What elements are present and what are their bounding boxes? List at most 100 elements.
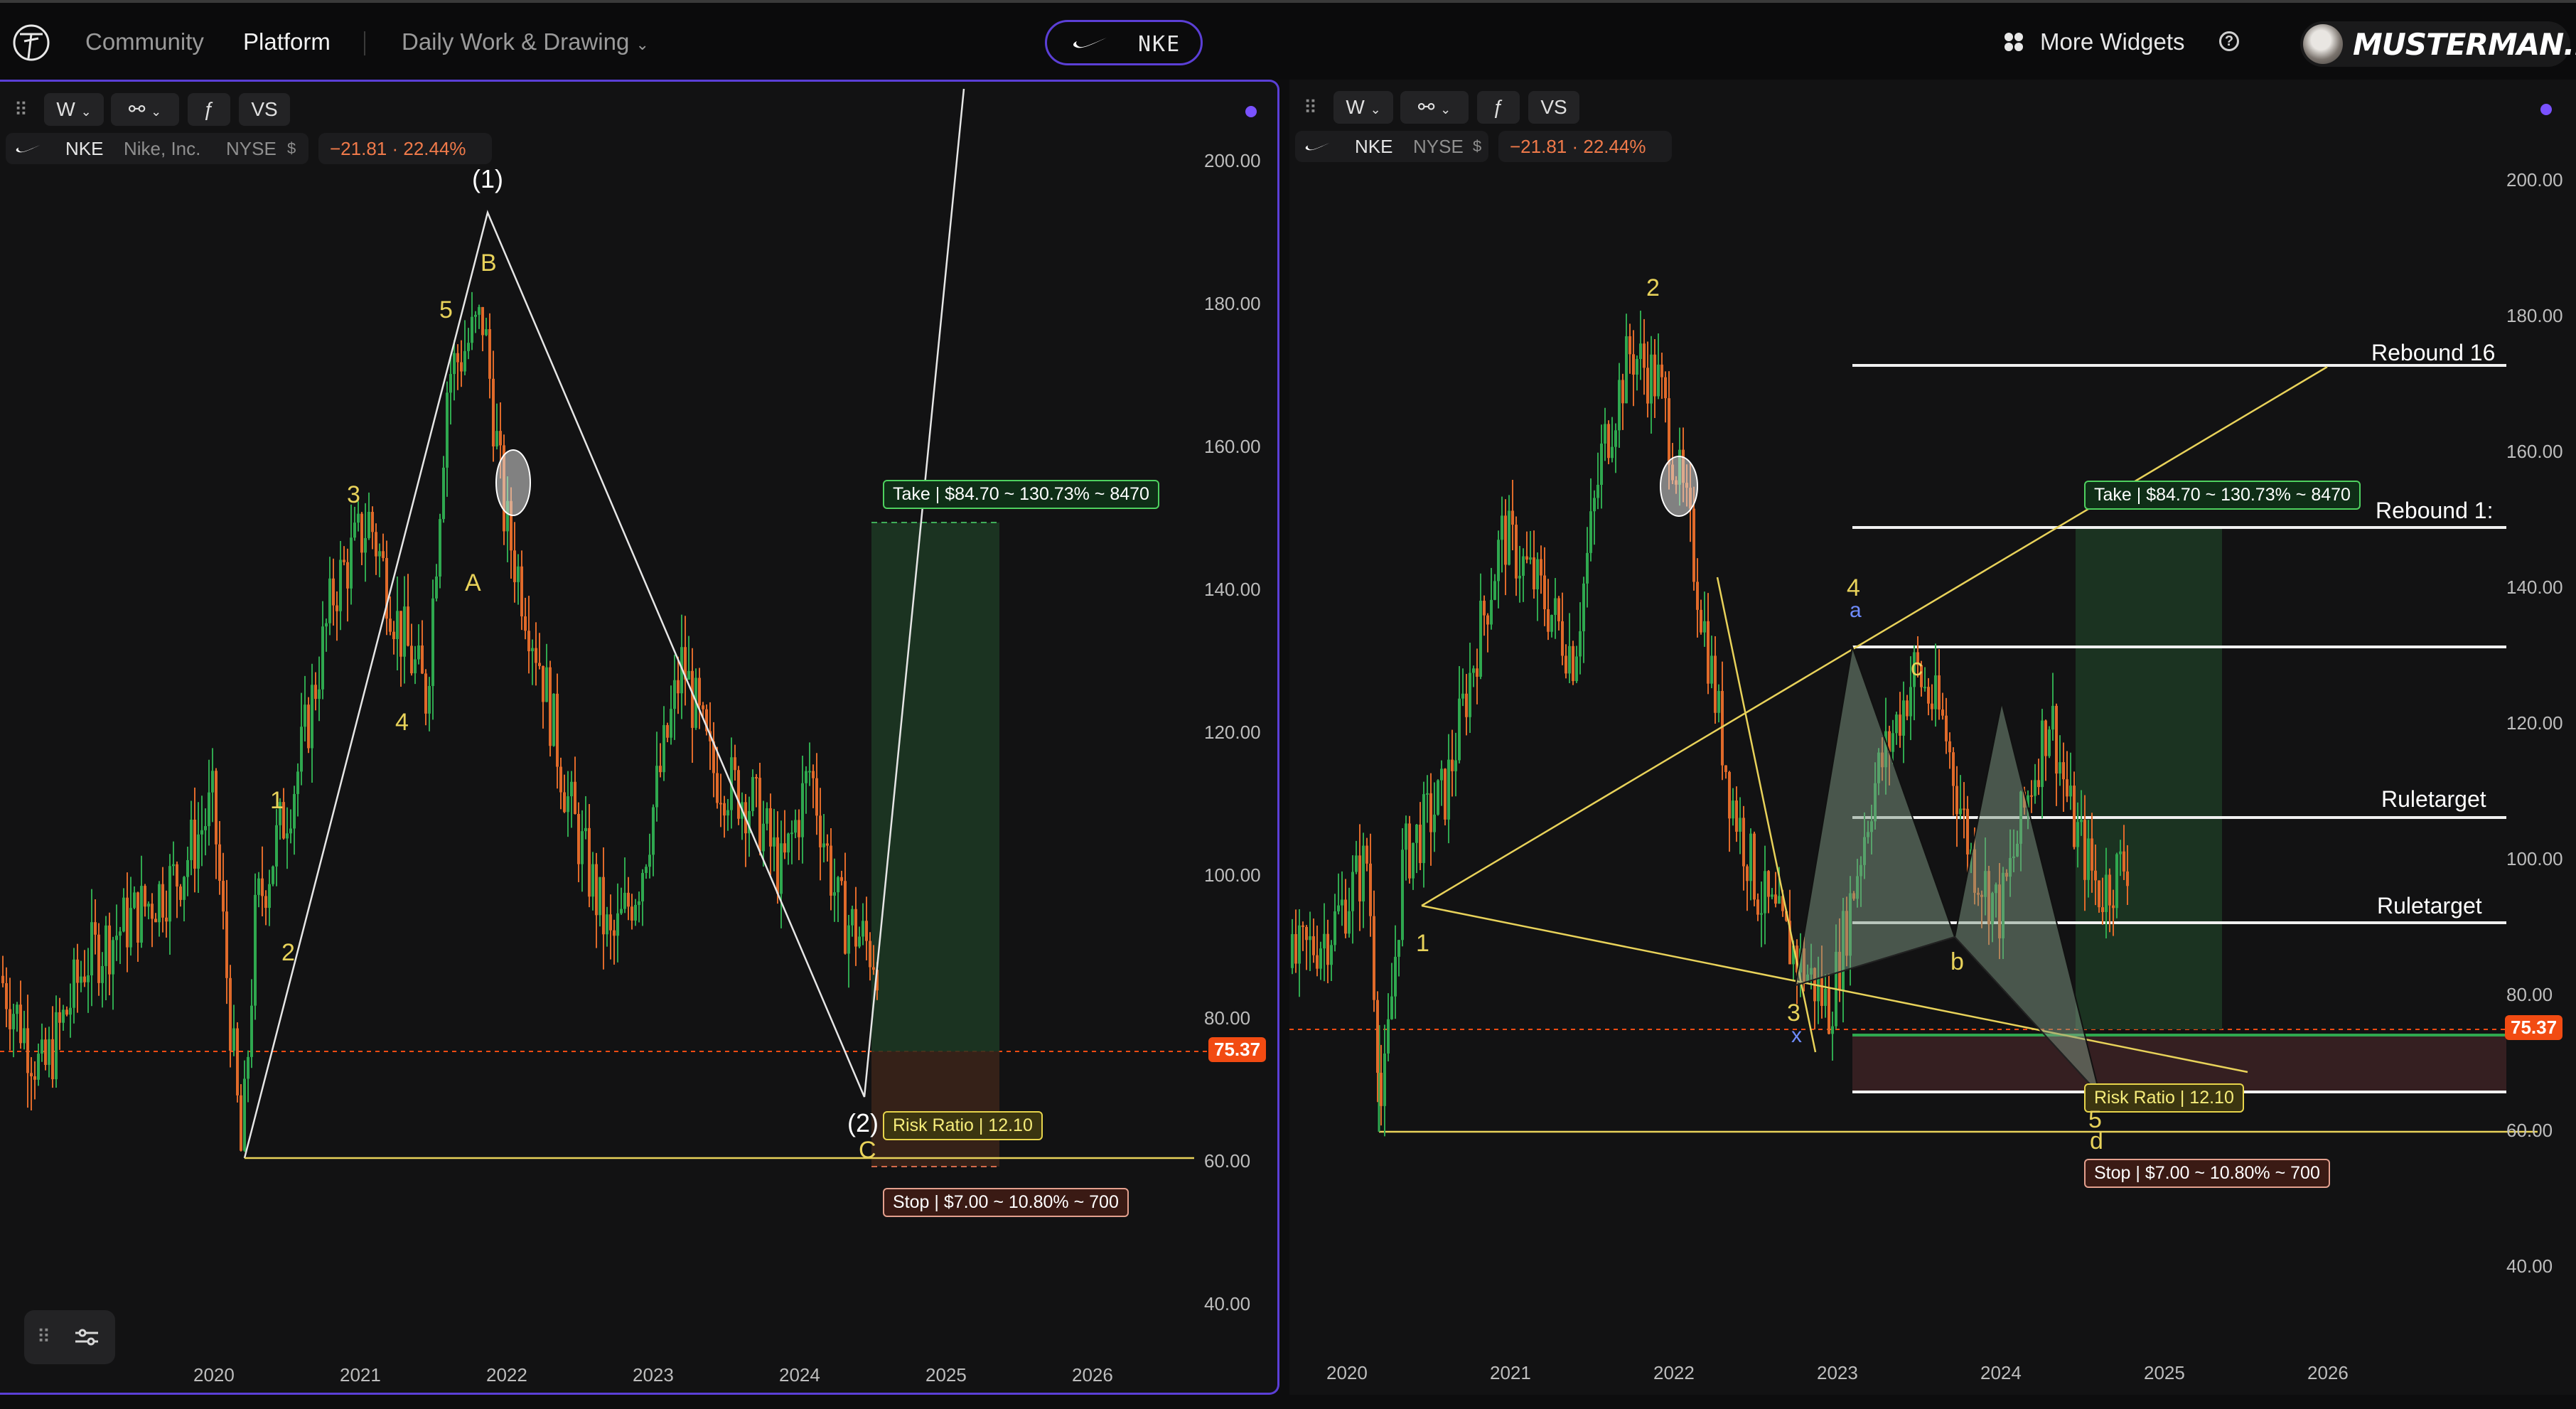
candle-body [1611,446,1614,459]
candle-body [2059,762,2061,774]
candle-body [2037,780,2040,788]
logo-icon[interactable] [10,21,53,64]
candle-body [584,827,587,832]
candle-body [97,934,100,983]
candle-body [2083,820,2086,880]
stop-loss-label[interactable]: Stop | $7.00 ~ 10.80% ~ 700 [883,1188,1129,1217]
y-tick-label: 200.00 [1204,150,1261,171]
candle-body [1355,855,1358,872]
candle-body [488,329,491,379]
stop-loss-label[interactable]: Stop | $7.00 ~ 10.80% ~ 700 [2084,1159,2330,1188]
candle-body [367,512,370,538]
candle-body [616,913,619,936]
candle-body [634,904,637,921]
help-icon[interactable]: ? [2219,31,2239,51]
chart-panel-right[interactable]: ⠿ W ⌄ ⚯ ⌄ ƒ VS NKE NYSE $ −21.81 · 22.44… [1289,80,2576,1395]
candle-body [19,1004,22,1044]
take-profit-label[interactable]: Take | $84.70 ~ 130.73% ~ 8470 [883,480,1159,509]
candle-body [357,513,360,523]
candle-body [396,611,399,640]
compare-button[interactable]: VS [239,93,290,126]
candle-body [630,906,633,921]
price-chart-right[interactable] [1289,80,2576,1395]
risk-ratio-label[interactable]: Risk Ratio | 12.10 [883,1111,1043,1140]
take-profit-label[interactable]: Take | $84.70 ~ 130.73% ~ 8470 [2084,481,2361,510]
candle-body [858,936,861,947]
chart-panel-left[interactable]: ⠿ W ⌄ ⚯ ⌄ ƒ VS NKE Nike, Inc. NYSE $ −21… [0,80,1279,1395]
chart-type-button[interactable]: ⚯ ⌄ [1400,91,1469,124]
candle-body [655,766,658,808]
ticker-selector[interactable]: NKE [1045,20,1203,65]
candle-body [1515,525,1518,579]
candle-body [499,431,502,446]
candle-body [545,667,548,702]
candle-body [5,983,8,1009]
candle-body [1646,368,1649,404]
candle-body [815,778,818,816]
candle-body [1895,714,1898,734]
candle-body [1742,818,1745,867]
candle-body [574,781,576,814]
candle-body [208,792,210,827]
candle-body [702,705,704,709]
candle-body [719,803,722,805]
candle-body [1778,896,1781,904]
candle-body [570,781,573,797]
layout-selector[interactable]: Daily Work & Drawing ⌄ [402,28,649,55]
nav-community[interactable]: Community [85,28,204,55]
candle-body [1625,336,1628,404]
candle-body [1941,709,1944,716]
candle-body [1931,703,1933,709]
candle-body [247,1056,249,1079]
candle-body [1522,556,1525,576]
chart-type-button[interactable]: ⚯ ⌄ [111,93,179,126]
wave-label: c [1911,654,1923,681]
indicator-icon[interactable]: ƒ [1477,91,1520,124]
more-widgets-button[interactable]: More Widgets [2040,28,2185,55]
symbol-pill[interactable]: NKE Nike, Inc. NYSE $ [6,133,308,164]
interval-button[interactable]: W ⌄ [1333,91,1393,124]
candle-body [1596,485,1599,498]
candle-body [1732,800,1734,819]
candle-body [2041,720,2044,788]
wave-label: 4 [395,709,409,736]
candle-body [662,724,665,773]
y-tick-label: 40.00 [1204,1293,1251,1314]
x-tick-label: 2023 [1817,1362,1858,1383]
candle-body [474,314,477,317]
candle-body [1383,1053,1386,1106]
candle-body [332,578,335,606]
candle-body [1376,1000,1379,1073]
indicator-icon[interactable]: ƒ [188,93,230,126]
risk-ratio-label[interactable]: Risk Ratio | 12.10 [2084,1083,2244,1113]
drag-handle-icon[interactable]: ⠿ [1304,98,1318,117]
candle-body [421,645,424,674]
wave-label: A [465,569,481,596]
symbol-pill[interactable]: NKE NYSE $ [1295,131,1488,162]
candle-body [1447,759,1450,820]
candle-body [1568,645,1571,674]
candle-body [1557,598,1560,621]
candle-body [460,362,463,372]
compare-button[interactable]: VS [1528,91,1579,124]
candle-body [1419,825,1422,864]
candle-body [1582,583,1585,631]
wave-label: 1 [1416,930,1429,957]
drawing-toolbar-toggle[interactable]: ⠿ [24,1310,115,1364]
legend-symbol: NKE [65,138,104,159]
candle-body [591,864,594,897]
candle-body [264,896,267,909]
candle-body [581,831,584,864]
candle-body [204,826,207,830]
candle-body [193,820,196,869]
drag-handle-icon[interactable]: ⠿ [14,100,28,119]
candle-body [2073,786,2076,847]
candle-body [723,803,726,816]
nav-platform[interactable]: Platform [243,28,331,55]
candle-body [481,306,484,336]
candle-body [1401,850,1404,941]
interval-button[interactable]: W ⌄ [44,93,104,126]
user-menu[interactable]: MUSTERMAN... [2300,21,2576,67]
candle-body [190,820,193,860]
candle-body [1696,582,1699,610]
